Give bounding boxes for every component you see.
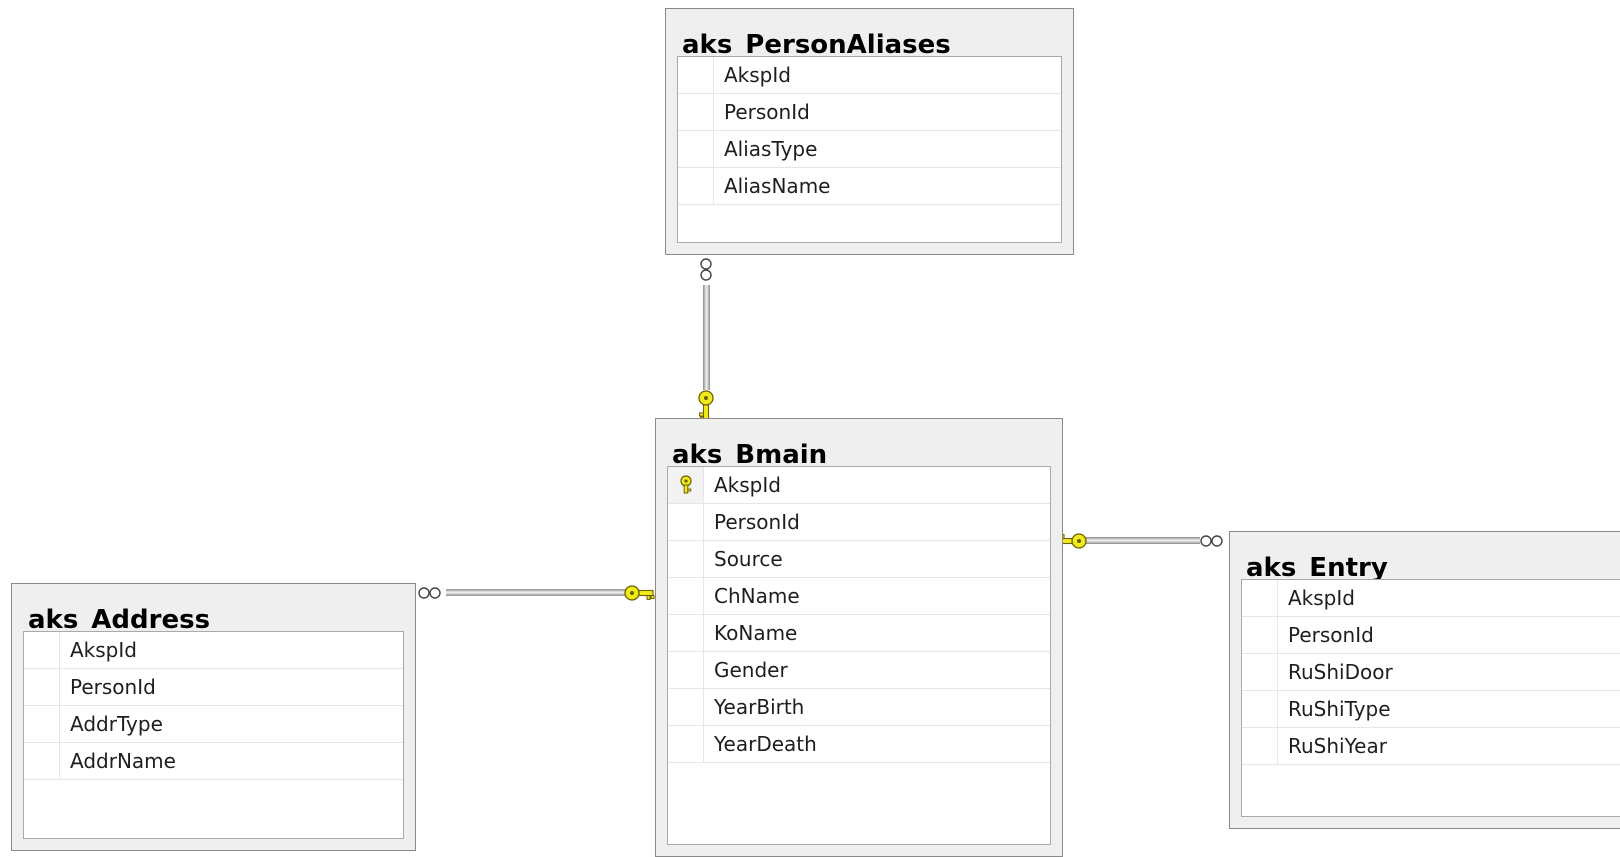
- column-name: AddrType: [70, 712, 163, 736]
- column-list: AkspId PersonId Source ChName KoName Gen…: [667, 466, 1051, 845]
- column-name: AkspId: [724, 63, 791, 87]
- table-title: aks_Bmain: [672, 440, 828, 470]
- relationship-aliases-bmain[interactable]: [698, 258, 714, 421]
- row-selector[interactable]: [24, 632, 60, 668]
- column-row[interactable]: AkspId: [668, 467, 1050, 504]
- column-name: PersonId: [714, 510, 800, 534]
- table-title: aks_Address: [28, 605, 211, 635]
- column-name: Source: [714, 547, 783, 571]
- column-name: AliasName: [724, 174, 831, 198]
- column-row[interactable]: Gender: [668, 652, 1050, 689]
- column-row[interactable]: AliasName: [678, 168, 1061, 205]
- column-row[interactable]: AddrName: [24, 743, 403, 780]
- table-title: aks_Entry: [1246, 553, 1388, 583]
- column-name: Gender: [714, 658, 788, 682]
- column-row[interactable]: PersonId: [24, 669, 403, 706]
- column-row[interactable]: PersonId: [668, 504, 1050, 541]
- column-row[interactable]: YearDeath: [668, 726, 1050, 763]
- key-icon: [679, 475, 692, 494]
- column-name: AkspId: [70, 638, 137, 662]
- column-row[interactable]: Source: [668, 541, 1050, 578]
- row-selector[interactable]: [24, 743, 60, 779]
- table-address[interactable]: aks_Address AkspId PersonId AddrType Add…: [11, 583, 416, 851]
- infinity-icon: [1200, 535, 1223, 547]
- column-list: AkspId PersonId AliasType AliasName: [677, 56, 1062, 243]
- row-selector[interactable]: [678, 57, 714, 93]
- column-row[interactable]: AddrType: [24, 706, 403, 743]
- key-icon: [624, 585, 655, 601]
- row-selector[interactable]: [668, 726, 704, 762]
- row-selector[interactable]: [678, 168, 714, 204]
- row-selector[interactable]: [24, 669, 60, 705]
- column-name: AddrName: [70, 749, 176, 773]
- column-name: RuShiYear: [1288, 734, 1387, 758]
- table-bmain[interactable]: aks_Bmain AkspId PersonId Source ChName …: [655, 418, 1063, 857]
- column-row[interactable]: AkspId: [24, 632, 403, 669]
- column-row[interactable]: PersonId: [678, 94, 1061, 131]
- row-selector[interactable]: [668, 504, 704, 540]
- column-list: AkspId PersonId RuShiDoor RuShiType RuSh…: [1241, 579, 1620, 817]
- row-selector[interactable]: [668, 578, 704, 614]
- column-name: PersonId: [724, 100, 810, 124]
- row-selector[interactable]: [678, 131, 714, 167]
- column-name: KoName: [714, 621, 798, 645]
- row-selector[interactable]: [668, 652, 704, 688]
- row-selector[interactable]: [678, 94, 714, 130]
- key-icon: [698, 390, 714, 421]
- relationship-bmain-entry[interactable]: [1056, 533, 1223, 549]
- column-row[interactable]: AliasType: [678, 131, 1061, 168]
- table-entry[interactable]: aks_Entry AkspId PersonId RuShiDoor RuSh…: [1229, 531, 1620, 829]
- column-row[interactable]: PersonId: [1242, 617, 1620, 654]
- column-row[interactable]: AkspId: [1242, 580, 1620, 617]
- row-selector[interactable]: [1242, 617, 1278, 653]
- column-row[interactable]: RuShiType: [1242, 691, 1620, 728]
- column-row[interactable]: KoName: [668, 615, 1050, 652]
- column-name: YearBirth: [714, 695, 805, 719]
- table-title: aks_PersonAliases: [682, 30, 951, 60]
- column-row[interactable]: RuShiYear: [1242, 728, 1620, 765]
- row-selector[interactable]: [1242, 654, 1278, 690]
- row-selector[interactable]: [668, 689, 704, 725]
- column-row[interactable]: RuShiDoor: [1242, 654, 1620, 691]
- infinity-icon: [700, 258, 712, 281]
- relationship-address-bmain[interactable]: [418, 585, 655, 601]
- column-name: AkspId: [1288, 586, 1355, 610]
- column-name: RuShiType: [1288, 697, 1391, 721]
- column-row[interactable]: YearBirth: [668, 689, 1050, 726]
- table-person-aliases[interactable]: aks_PersonAliases AkspId PersonId AliasT…: [665, 8, 1074, 255]
- column-name: ChName: [714, 584, 800, 608]
- column-list: AkspId PersonId AddrType AddrName: [23, 631, 404, 839]
- row-selector[interactable]: [668, 467, 704, 503]
- infinity-icon: [418, 587, 441, 599]
- column-row[interactable]: ChName: [668, 578, 1050, 615]
- column-name: PersonId: [1288, 623, 1374, 647]
- column-name: AliasType: [724, 137, 818, 161]
- column-name: YearDeath: [714, 732, 817, 756]
- row-selector[interactable]: [1242, 728, 1278, 764]
- row-selector[interactable]: [1242, 691, 1278, 727]
- row-selector[interactable]: [24, 706, 60, 742]
- column-name: AkspId: [714, 473, 781, 497]
- row-selector[interactable]: [1242, 580, 1278, 616]
- column-name: PersonId: [70, 675, 156, 699]
- row-selector[interactable]: [668, 541, 704, 577]
- column-row[interactable]: AkspId: [678, 57, 1061, 94]
- row-selector[interactable]: [668, 615, 704, 651]
- column-name: RuShiDoor: [1288, 660, 1393, 684]
